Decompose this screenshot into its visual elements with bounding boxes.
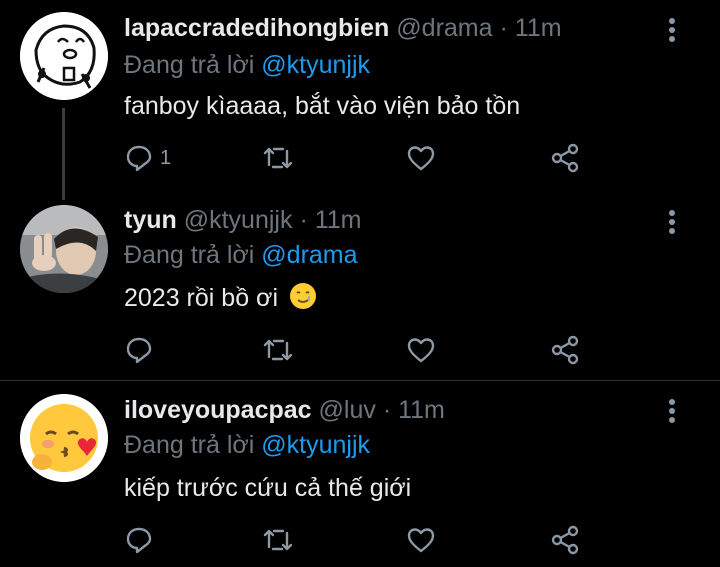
heart-icon — [407, 146, 435, 171]
reply-button[interactable]: 1 — [124, 140, 171, 176]
reply-button[interactable] — [124, 522, 154, 558]
share-icon — [551, 335, 579, 365]
avatar[interactable] — [20, 205, 108, 293]
meme-face-drawing-icon — [20, 12, 108, 100]
replying-prefix: Đang trả lời — [124, 431, 255, 459]
replying-mention[interactable]: @ktyunjjk — [261, 51, 370, 79]
separator-dot: · — [382, 396, 392, 424]
tweet-actions — [124, 332, 594, 368]
retweet-icon — [263, 529, 293, 551]
more-options-icon[interactable] — [660, 395, 684, 427]
reply-button[interactable] — [124, 332, 154, 368]
replying-to-line: Đang trả lời @drama — [124, 240, 358, 270]
retweet-icon — [263, 147, 293, 169]
tweet-2[interactable]: tyun @ktyunjjk · 11m Đang trả lời @drama… — [0, 190, 720, 380]
display-name[interactable]: tyun — [124, 206, 177, 234]
reply-icon — [126, 527, 152, 554]
photo-peace-sign-icon — [20, 205, 108, 293]
reply-icon — [126, 145, 152, 172]
share-icon — [551, 143, 579, 173]
display-name[interactable]: lapaccradedihongbien — [124, 14, 389, 42]
like-button[interactable] — [406, 522, 436, 558]
avatar[interactable] — [20, 394, 108, 482]
replying-mention[interactable]: @ktyunjjk — [261, 431, 370, 459]
tweet-text: kiếp trước cứu cả thế giới — [124, 474, 412, 502]
replying-to-line: Đang trả lời @ktyunjjk — [124, 430, 370, 460]
replying-prefix: Đang trả lời — [124, 241, 255, 269]
retweet-icon — [263, 339, 293, 361]
more-options-icon[interactable] — [660, 14, 684, 46]
share-button[interactable] — [550, 332, 580, 368]
share-button[interactable] — [550, 522, 580, 558]
tweet-actions: 1 — [124, 140, 594, 176]
heart-icon — [407, 338, 435, 363]
smiling-face-with-tear-emoji-icon — [289, 283, 316, 309]
timestamp[interactable]: 11m — [398, 396, 445, 424]
replying-mention[interactable]: @drama — [261, 241, 357, 269]
separator-dot: · — [499, 14, 508, 42]
tweet-text: 2023 rồi bồ ơi — [124, 284, 278, 312]
share-button[interactable] — [550, 140, 580, 176]
replying-to-line: Đang trả lời @ktyunjjk — [124, 50, 370, 80]
user-handle[interactable]: @luv — [319, 396, 376, 424]
tweet-1[interactable]: lapaccradedihongbien @drama · 11m Đang t… — [0, 0, 720, 190]
tweet-header: tyun @ktyunjjk · 11m — [124, 205, 362, 235]
retweet-button[interactable] — [262, 522, 294, 558]
timestamp[interactable]: 11m — [515, 14, 562, 42]
kissing-face-emoji-icon — [20, 394, 108, 482]
like-button[interactable] — [406, 140, 436, 176]
tweet-text-row: 2023 rồi bồ ơi — [124, 282, 317, 314]
tweet-actions — [124, 522, 594, 558]
like-button[interactable] — [406, 332, 436, 368]
replying-prefix: Đang trả lời — [124, 51, 255, 79]
retweet-button[interactable] — [262, 140, 294, 176]
tweet-text: fanboy kìaaaa, bắt vào viện bảo tồn — [124, 92, 521, 120]
timestamp[interactable]: 11m — [315, 206, 362, 234]
tweet-header: iloveyoupacpac @luv · 11m — [124, 395, 445, 425]
tweet-3[interactable]: iloveyoupacpac @luv · 11m Đang trả lời @… — [0, 381, 720, 567]
more-options-icon[interactable] — [660, 206, 684, 238]
user-handle[interactable]: @ktyunjjk — [184, 206, 293, 234]
retweet-button[interactable] — [262, 332, 294, 368]
avatar[interactable] — [20, 12, 108, 100]
reply-count: 1 — [160, 146, 172, 169]
heart-icon — [407, 528, 435, 553]
share-icon — [551, 525, 579, 555]
user-handle[interactable]: @drama — [396, 14, 492, 42]
reply-icon — [126, 337, 152, 364]
separator-dot: · — [299, 206, 308, 234]
display-name[interactable]: iloveyoupacpac — [124, 396, 312, 424]
tweet-header: lapaccradedihongbien @drama · 11m — [124, 13, 562, 43]
